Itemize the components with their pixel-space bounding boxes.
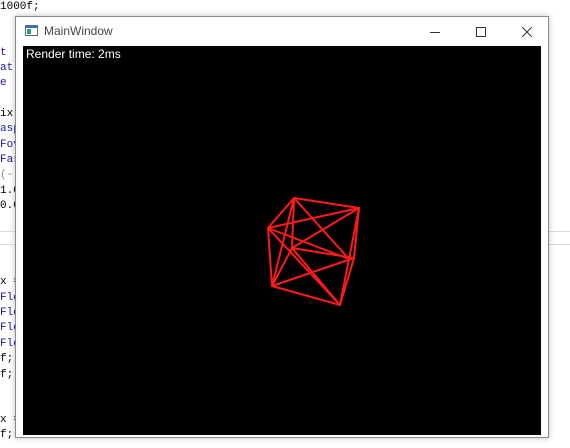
minimize-button[interactable] xyxy=(412,17,458,46)
wireframe-edge xyxy=(267,227,273,287)
render-viewport[interactable]: Render time: 2ms xyxy=(23,46,541,435)
wireframe-edge xyxy=(291,207,360,249)
close-button[interactable] xyxy=(504,17,550,46)
minimize-icon xyxy=(430,31,440,33)
code-line: f; xyxy=(0,429,14,441)
main-window: MainWindow Render time: 2ms xyxy=(15,16,549,438)
app-window-icon xyxy=(25,25,38,36)
wireframe-edge xyxy=(293,197,360,209)
maximize-button[interactable] xyxy=(458,17,504,46)
code-line: 1000f; xyxy=(0,1,40,13)
close-icon xyxy=(522,26,532,37)
wireframe-edge xyxy=(348,257,355,260)
wireframe-scene xyxy=(267,197,360,306)
code-line: e xyxy=(0,77,14,89)
code-line: f; xyxy=(0,353,14,365)
render-time-label: Render time: 2ms xyxy=(26,47,121,61)
code-line: t xyxy=(0,47,14,59)
title-bar[interactable]: MainWindow xyxy=(16,17,548,46)
window-title: MainWindow xyxy=(44,24,113,38)
code-line: (- xyxy=(0,169,14,181)
code-line: f; xyxy=(0,369,14,381)
maximize-icon xyxy=(476,26,486,37)
code-line: ix xyxy=(0,108,14,120)
